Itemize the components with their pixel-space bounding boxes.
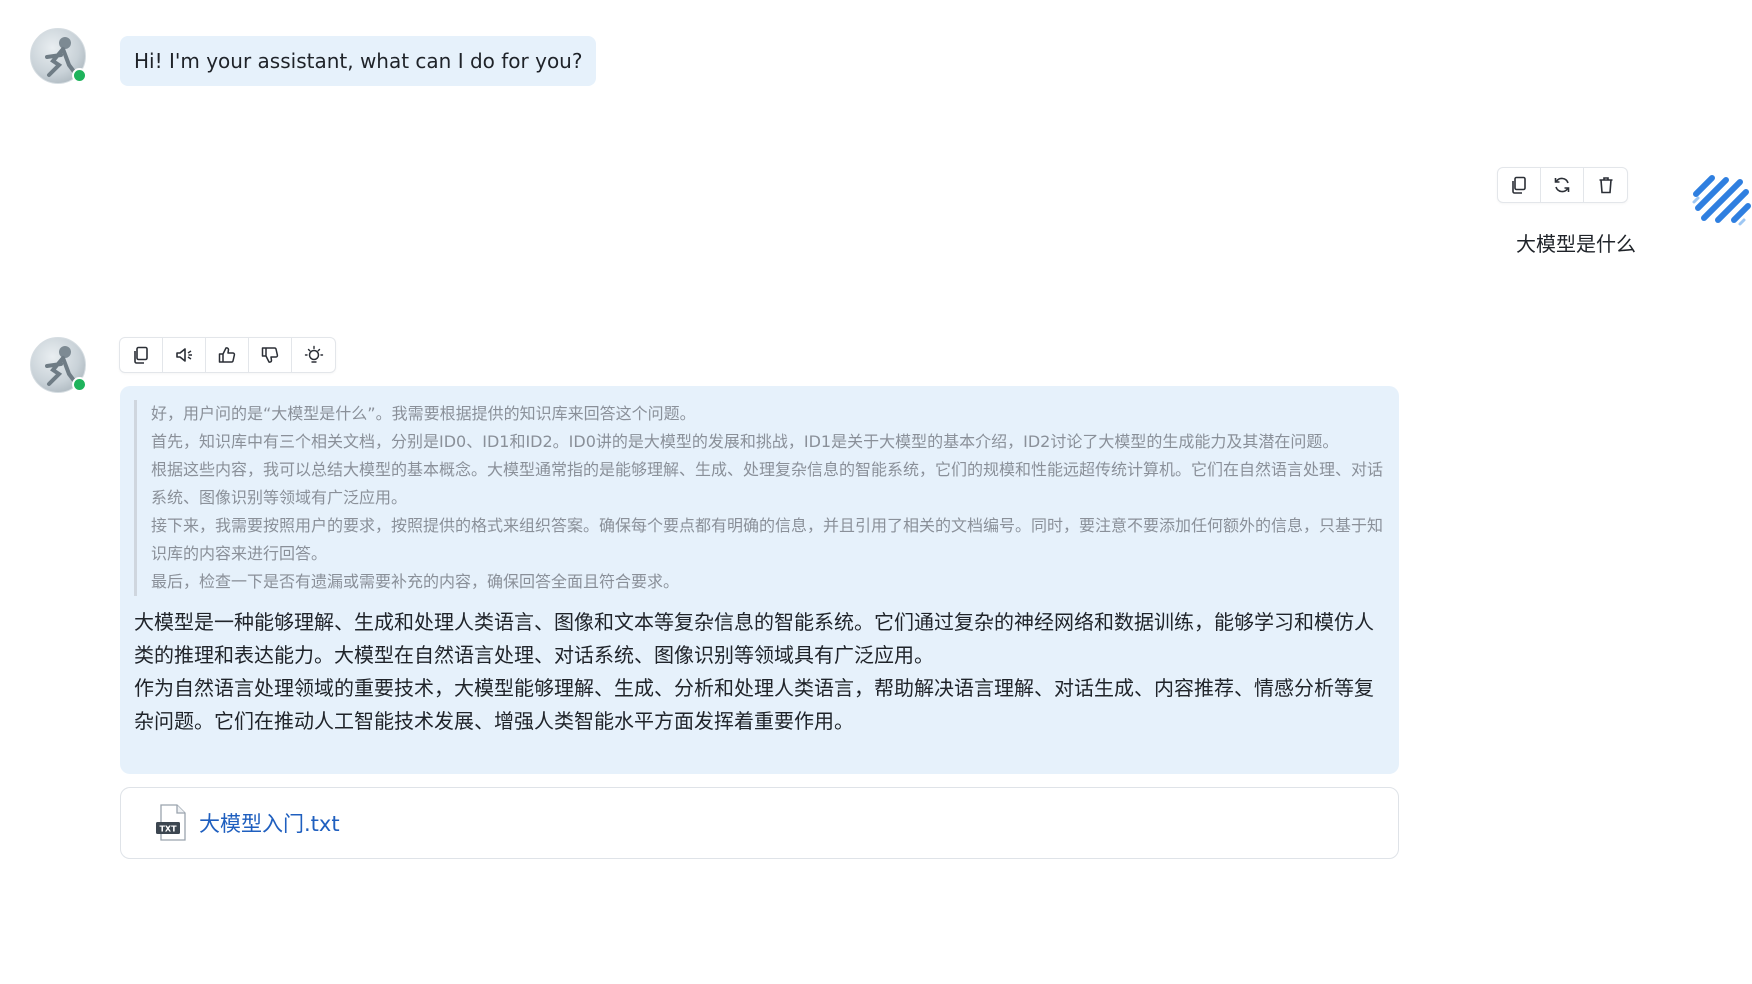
file-type-badge: TXT xyxy=(159,825,177,834)
online-status-dot xyxy=(72,68,87,83)
copy-button[interactable] xyxy=(1498,168,1541,202)
answer-text: 大模型是一种能够理解、生成和处理人类语言、图像和文本等复杂信息的智能系统。它们通… xyxy=(134,606,1383,738)
answer-bubble: 好，用户问的是“大模型是什么”。我需要根据提供的知识库来回答这个问题。 首先，知… xyxy=(120,386,1399,774)
user-message-toolbar xyxy=(1497,167,1628,203)
assistant-avatar xyxy=(30,28,87,84)
insight-button[interactable] xyxy=(292,338,335,372)
txt-file-icon: TXT xyxy=(155,804,189,842)
greeting-bubble: Hi! I'm your assistant, what can I do fo… xyxy=(120,36,597,86)
copy-button[interactable] xyxy=(120,338,163,372)
assistant-avatar xyxy=(30,337,87,393)
trash-icon xyxy=(1599,177,1612,194)
reasoning-block: 好，用户问的是“大模型是什么”。我需要根据提供的知识库来回答这个问题。 首先，知… xyxy=(134,400,1383,596)
copy-icon xyxy=(134,346,148,364)
copy-icon xyxy=(1512,176,1526,194)
refresh-icon xyxy=(1554,177,1570,193)
thumbs-up-icon xyxy=(218,347,236,363)
chat-page: Hi! I'm your assistant, what can I do fo… xyxy=(0,0,1752,984)
attachment-card[interactable]: TXT 大模型入门.txt xyxy=(120,787,1399,859)
reasoning-line: 最后，检查一下是否有遗漏或需要补充的内容，确保回答全面且符合要求。 xyxy=(151,572,680,591)
user-avatar xyxy=(1690,168,1752,230)
thumbs-down-icon xyxy=(261,347,279,363)
speaker-icon xyxy=(176,348,192,362)
online-status-dot xyxy=(72,377,87,392)
reasoning-line: 首先，知识库中有三个相关文档，分别是ID0、ID1和ID2。ID0讲的是大模型的… xyxy=(151,432,1339,451)
user-message-text: 大模型是什么 xyxy=(1516,232,1636,256)
regenerate-button[interactable] xyxy=(1541,168,1584,202)
reasoning-line: 接下来，我需要按照用户的要求，按照提供的格式来组织答案。确保每个要点都有明确的信… xyxy=(151,516,1384,563)
read-aloud-button[interactable] xyxy=(163,338,206,372)
striped-logo-icon xyxy=(1692,175,1751,226)
attachment-file-name[interactable]: 大模型入门.txt xyxy=(199,808,340,838)
dislike-button[interactable] xyxy=(249,338,292,372)
like-button[interactable] xyxy=(206,338,249,372)
greeting-text: Hi! I'm your assistant, what can I do fo… xyxy=(134,49,583,73)
answer-paragraph: 大模型是一种能够理解、生成和处理人类语言、图像和文本等复杂信息的智能系统。它们通… xyxy=(134,610,1374,667)
answer-toolbar xyxy=(119,337,336,373)
answer-paragraph: 作为自然语言处理领域的重要技术，大模型能够理解、生成、分析和处理人类语言，帮助解… xyxy=(134,676,1374,733)
delete-button[interactable] xyxy=(1584,168,1627,202)
reasoning-line: 好，用户问的是“大模型是什么”。我需要根据提供的知识库来回答这个问题。 xyxy=(151,404,696,423)
reasoning-line: 根据这些内容，我可以总结大模型的基本概念。大模型通常指的是能够理解、生成、处理复… xyxy=(151,460,1384,507)
lightbulb-icon xyxy=(304,345,323,363)
